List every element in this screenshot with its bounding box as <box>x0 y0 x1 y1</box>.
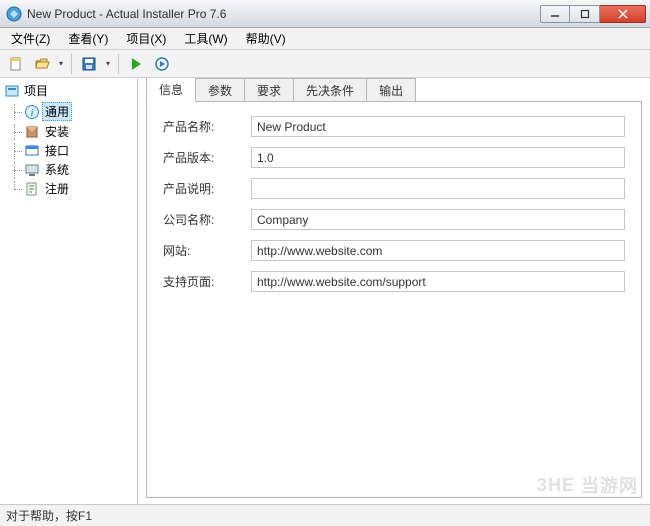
title-bar: New Product - Actual Installer Pro 7.6 <box>0 0 650 28</box>
tab-requirements[interactable]: 要求 <box>244 78 294 102</box>
sidebar-item-system[interactable]: 系统 <box>4 160 137 179</box>
sidebar-item-label: 注册 <box>42 180 72 197</box>
support-page-label: 支持页面: <box>163 273 251 290</box>
website-label: 网站: <box>163 242 251 259</box>
tree-root[interactable]: 项目 <box>0 80 137 101</box>
system-icon <box>24 162 40 178</box>
sidebar-item-label: 接口 <box>42 142 72 159</box>
interface-icon <box>24 143 40 159</box>
run-button[interactable] <box>124 52 148 76</box>
sidebar-item-general[interactable]: i 通用 <box>4 101 137 122</box>
product-version-input[interactable] <box>251 147 625 168</box>
product-name-label: 产品名称: <box>163 118 251 135</box>
register-icon <box>24 181 40 197</box>
website-input[interactable] <box>251 240 625 261</box>
tree-root-label: 项目 <box>24 82 48 99</box>
window-controls <box>540 5 646 23</box>
product-description-input[interactable] <box>251 178 625 199</box>
menu-help[interactable]: 帮助(V) <box>237 27 295 50</box>
menu-tools[interactable]: 工具(W) <box>175 27 236 50</box>
sidebar: 项目 i 通用 安装 接口 系统 <box>0 78 138 504</box>
status-bar: 对于帮助，按F1 <box>0 504 650 526</box>
sidebar-item-label: 系统 <box>42 161 72 178</box>
sidebar-item-label: 通用 <box>42 102 72 121</box>
menu-project[interactable]: 项目(X) <box>117 27 175 50</box>
sidebar-item-register[interactable]: 注册 <box>4 179 137 198</box>
menu-view[interactable]: 查看(Y) <box>59 27 117 50</box>
open-button[interactable] <box>30 52 54 76</box>
save-dropdown[interactable]: ▾ <box>103 59 113 68</box>
save-button[interactable] <box>77 52 101 76</box>
tab-panel-info: 产品名称: 产品版本: 产品说明: 公司名称: 网站: 支持页面: <box>146 101 642 498</box>
product-name-input[interactable] <box>251 116 625 137</box>
maximize-button[interactable] <box>570 5 600 23</box>
sidebar-item-install[interactable]: 安装 <box>4 122 137 141</box>
tab-info[interactable]: 信息 <box>146 78 196 102</box>
build-button[interactable] <box>150 52 174 76</box>
tab-strip: 信息 参数 要求 先决条件 输出 <box>146 80 642 102</box>
toolbar-separator <box>71 54 72 74</box>
sidebar-item-interface[interactable]: 接口 <box>4 141 137 160</box>
support-page-input[interactable] <box>251 271 625 292</box>
tab-params[interactable]: 参数 <box>195 78 245 102</box>
content-area: 信息 参数 要求 先决条件 输出 产品名称: 产品版本: 产品说明: 公司名称: <box>138 78 650 504</box>
main-area: 项目 i 通用 安装 接口 系统 <box>0 78 650 504</box>
menu-file[interactable]: 文件(Z) <box>2 27 59 50</box>
toolbar: ▾ ▾ <box>0 50 650 78</box>
install-icon <box>24 124 40 140</box>
product-description-label: 产品说明: <box>163 180 251 197</box>
status-text: 对于帮助，按F1 <box>6 507 92 524</box>
product-version-label: 产品版本: <box>163 149 251 166</box>
company-name-input[interactable] <box>251 209 625 230</box>
svg-text:i: i <box>31 108 34 119</box>
close-button[interactable] <box>600 5 646 23</box>
tab-prerequisites[interactable]: 先决条件 <box>293 78 367 102</box>
info-icon: i <box>24 104 40 120</box>
company-name-label: 公司名称: <box>163 211 251 228</box>
toolbar-separator-2 <box>118 54 119 74</box>
tab-output[interactable]: 输出 <box>366 78 416 102</box>
project-icon <box>4 83 20 99</box>
minimize-button[interactable] <box>540 5 570 23</box>
menu-bar: 文件(Z) 查看(Y) 项目(X) 工具(W) 帮助(V) <box>0 28 650 50</box>
open-dropdown[interactable]: ▾ <box>56 59 66 68</box>
sidebar-item-label: 安装 <box>42 123 72 140</box>
new-button[interactable] <box>4 52 28 76</box>
window-title: New Product - Actual Installer Pro 7.6 <box>27 7 540 21</box>
app-icon <box>6 6 22 22</box>
